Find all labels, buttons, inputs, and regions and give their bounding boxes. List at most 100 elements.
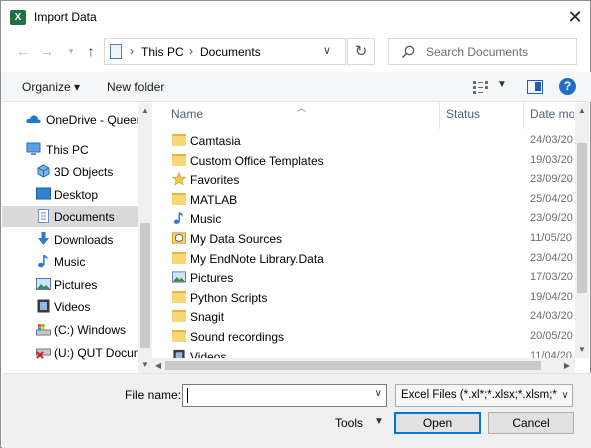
breadcrumb-separator-icon[interactable]: › — [130, 44, 134, 58]
breadcrumb-separator-icon[interactable]: › — [189, 44, 193, 58]
file-row-snagit[interactable]: Snagit 24/03/20 — [164, 307, 574, 327]
preview-pane-icon[interactable] — [527, 80, 543, 94]
file-row-matlab[interactable]: MATLAB 25/04/20 — [164, 190, 574, 210]
column-header-date-modified[interactable]: Date mo — [530, 107, 574, 121]
new-folder-button[interactable]: New folder — [107, 80, 164, 94]
file-row-pictures[interactable]: Pictures 17/03/20 — [164, 268, 574, 288]
back-arrow-icon[interactable]: ← — [13, 41, 33, 61]
file-type-filter-value: Excel Files (*.xl*;*.xlsx;*.xlsm;*.x — [401, 389, 566, 401]
scroll-up-icon[interactable]: ▲ — [138, 105, 152, 117]
scroll-left-icon[interactable]: ◀ — [152, 360, 164, 372]
star-icon — [172, 172, 186, 186]
pictures-icon — [172, 271, 186, 283]
file-date: 23/04/20 — [530, 252, 573, 264]
file-row-my-data-sources[interactable]: My Data Sources 11/05/20 — [164, 229, 574, 249]
nav-item-label: (U:) QUT Docum — [54, 346, 138, 360]
scrollbar-thumb[interactable] — [165, 361, 541, 370]
nav-item-label: 3D Objects — [54, 165, 114, 179]
nav-item-videos[interactable]: Videos — [2, 296, 138, 317]
recent-locations-chevron-icon[interactable]: ▾ — [61, 41, 81, 61]
nav-item-documents[interactable]: Documents — [2, 206, 138, 227]
drive-icon — [36, 324, 51, 336]
nav-item-label: (C:) Windows — [54, 323, 127, 337]
nav-item-3d-objects[interactable]: 3D Objects — [2, 161, 138, 182]
nav-item-label: Music — [54, 255, 86, 269]
file-list-vertical-scrollbar[interactable]: ▲ ▼ — [575, 103, 589, 358]
refresh-button[interactable]: ↻ — [347, 38, 375, 65]
forward-arrow-icon[interactable]: → — [37, 41, 57, 61]
address-bar[interactable]: › This PC › Documents ∨ — [104, 38, 346, 65]
file-date: 23/09/20 — [530, 173, 573, 185]
file-date: 19/04/20 — [530, 291, 573, 303]
column-header-status[interactable]: Status — [446, 107, 480, 121]
file-name-label: File name: — [125, 388, 182, 402]
downloads-icon — [38, 232, 49, 245]
close-button[interactable]: ✕ — [562, 4, 588, 30]
file-row-favorites[interactable]: Favorites 23/09/20 — [164, 170, 574, 190]
scroll-right-icon[interactable]: ▶ — [561, 360, 573, 372]
column-header-name[interactable]: Name — [171, 107, 203, 121]
scrollbar-thumb[interactable] — [577, 143, 587, 293]
file-row-sound-recordings[interactable]: Sound recordings 20/05/20 — [164, 327, 574, 347]
column-divider[interactable] — [523, 103, 524, 129]
nav-item-downloads[interactable]: Downloads — [2, 229, 138, 250]
up-arrow-icon[interactable]: ↑ — [81, 41, 101, 61]
nav-item-onedrive[interactable]: OneDrive - Queen — [2, 109, 138, 130]
videos-icon — [173, 349, 185, 358]
scrollbar-thumb[interactable] — [140, 223, 150, 348]
file-row-music[interactable]: Music 23/09/20 — [164, 209, 574, 229]
file-row-custom-office-templates[interactable]: Custom Office Templates 19/03/20 — [164, 151, 574, 171]
file-list-horizontal-scrollbar[interactable]: ◀ ▶ — [152, 358, 575, 373]
file-name: Pictures — [190, 271, 234, 285]
chevron-down-icon[interactable]: ∨ — [375, 388, 382, 399]
nav-item-pictures[interactable]: Pictures — [2, 274, 138, 295]
nav-item-music[interactable]: Music — [2, 251, 138, 272]
breadcrumb-documents[interactable]: Documents — [200, 45, 261, 59]
file-date: 19/03/20 — [530, 154, 573, 166]
view-options-icon[interactable] — [473, 80, 491, 94]
breadcrumb-this-pc[interactable]: This PC — [141, 45, 184, 59]
nav-item-desktop[interactable]: Desktop — [2, 184, 138, 205]
nav-item-label: Desktop — [54, 188, 99, 202]
file-name: Camtasia — [190, 134, 241, 148]
computer-icon — [26, 142, 41, 155]
file-date: 23/09/20 — [530, 212, 573, 224]
help-icon[interactable]: ? — [559, 78, 576, 95]
nav-item-u-drive[interactable]: (U:) QUT Docum — [2, 342, 138, 363]
scroll-down-icon[interactable]: ▼ — [575, 344, 589, 356]
nav-pane-scrollbar[interactable]: ▲ ▼ — [138, 103, 152, 373]
address-dropdown-icon[interactable]: ∨ — [323, 44, 331, 57]
data-sources-icon — [172, 232, 186, 244]
file-row-camtasia[interactable]: Camtasia 24/03/20 — [164, 131, 574, 151]
nav-item-c-drive[interactable]: (C:) Windows — [2, 319, 138, 340]
column-divider[interactable] — [439, 103, 440, 129]
network-drive-icon — [36, 348, 51, 359]
documents-location-icon — [110, 44, 122, 59]
chevron-down-icon[interactable]: ∨ — [558, 385, 572, 406]
file-row-videos[interactable]: Videos 11/04/20 — [164, 347, 574, 358]
onedrive-icon — [26, 115, 41, 123]
tools-dropdown-icon[interactable]: ▼ — [374, 416, 384, 427]
view-dropdown-icon[interactable]: ▼ — [497, 79, 507, 90]
folder-icon — [172, 193, 186, 205]
videos-icon — [37, 299, 50, 313]
file-name-input[interactable] — [183, 385, 363, 406]
open-button[interactable]: Open — [394, 412, 481, 434]
nav-item-label: Downloads — [54, 233, 114, 247]
scroll-up-icon[interactable]: ▲ — [575, 105, 589, 117]
folder-icon — [172, 134, 186, 146]
nav-item-this-pc[interactable]: This PC — [2, 139, 138, 160]
excel-icon: X — [10, 10, 26, 25]
file-row-my-endnote-library-data[interactable]: My EndNote Library.Data 23/04/20 — [164, 249, 574, 269]
file-name-combobox[interactable]: ∨ — [182, 384, 387, 407]
search-box[interactable]: Search Documents — [388, 38, 577, 65]
file-date: 25/04/20 — [530, 193, 573, 205]
tools-menu[interactable]: Tools — [335, 416, 363, 430]
file-name: Sound recordings — [190, 330, 285, 344]
file-name: Favorites — [190, 173, 240, 187]
scroll-down-icon[interactable]: ▼ — [138, 359, 152, 371]
file-row-python-scripts[interactable]: Python Scripts 19/04/20 — [164, 288, 574, 308]
file-type-filter[interactable]: Excel Files (*.xl*;*.xlsx;*.xlsm;*.x ∨ — [395, 384, 573, 407]
organize-menu[interactable]: Organize ▾ — [22, 80, 80, 94]
cancel-button[interactable]: Cancel — [488, 412, 574, 434]
